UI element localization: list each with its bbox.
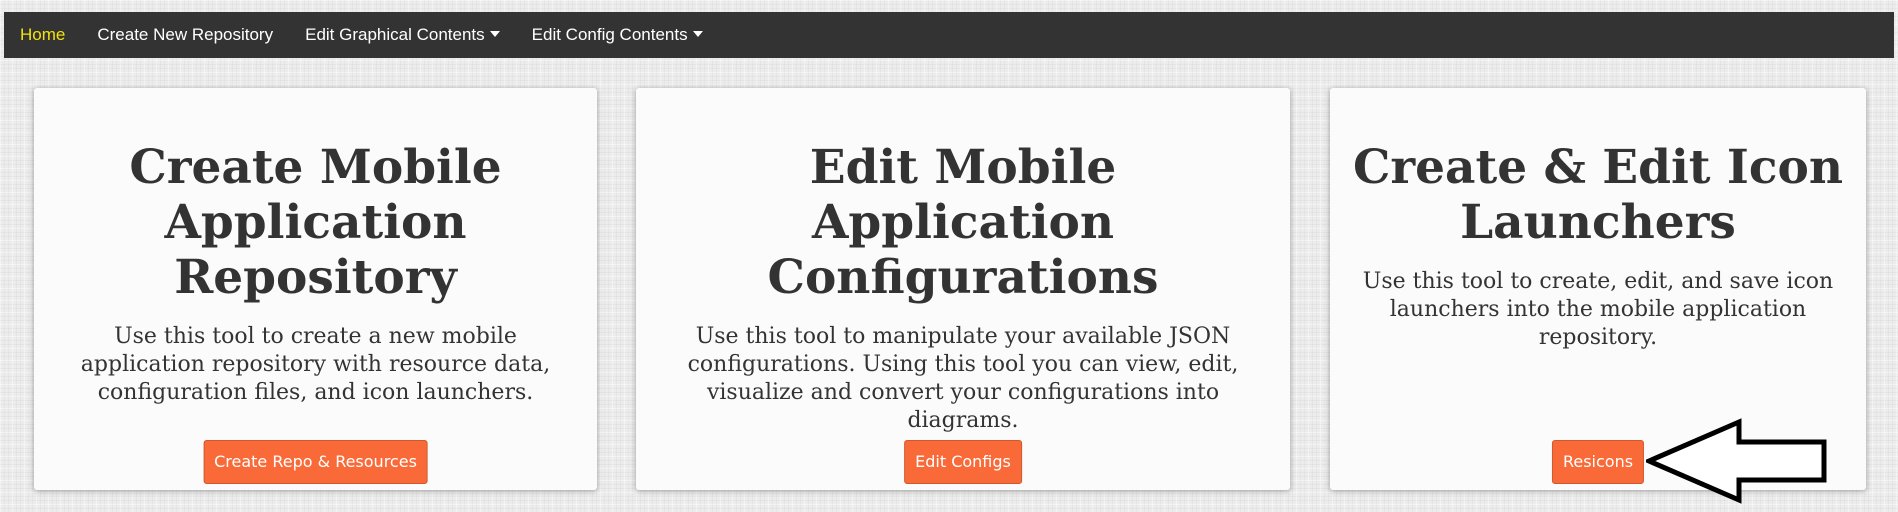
- card-title: Create & Edit Icon Launchers: [1352, 140, 1844, 250]
- nav-home[interactable]: Home: [20, 25, 65, 45]
- card-title: Create Mobile Application Repository: [129, 140, 502, 305]
- card-edit-configurations: Edit Mobile Application Configurations U…: [636, 88, 1290, 490]
- nav-create-repository[interactable]: Create New Repository: [97, 25, 273, 45]
- card-description: Use this tool to create a new mobile app…: [80, 324, 551, 405]
- nav-edit-config-label: Edit Config Contents: [531, 25, 688, 44]
- top-navbar: Home Create New Repository Edit Graphica…: [4, 12, 1894, 58]
- left-arrow-icon: [1646, 418, 1827, 504]
- create-repo-resources-button[interactable]: Create Repo & Resources: [203, 440, 428, 484]
- edit-configs-button[interactable]: Edit Configs: [904, 440, 1022, 484]
- resicons-button[interactable]: Resicons: [1551, 440, 1645, 484]
- card-description: Use this tool to create, edit, and save …: [1362, 269, 1834, 350]
- card-description: Use this tool to manipulate your availab…: [687, 324, 1239, 433]
- caret-down-icon: [489, 30, 500, 37]
- card-create-repository: Create Mobile Application Repository Use…: [34, 88, 597, 490]
- caret-down-icon: [692, 30, 703, 37]
- nav-edit-config-contents[interactable]: Edit Config Contents: [532, 25, 703, 45]
- nav-edit-graphical-contents[interactable]: Edit Graphical Contents: [305, 25, 500, 45]
- card-title: Edit Mobile Application Configurations: [767, 140, 1159, 305]
- nav-edit-graphical-label: Edit Graphical Contents: [305, 25, 485, 44]
